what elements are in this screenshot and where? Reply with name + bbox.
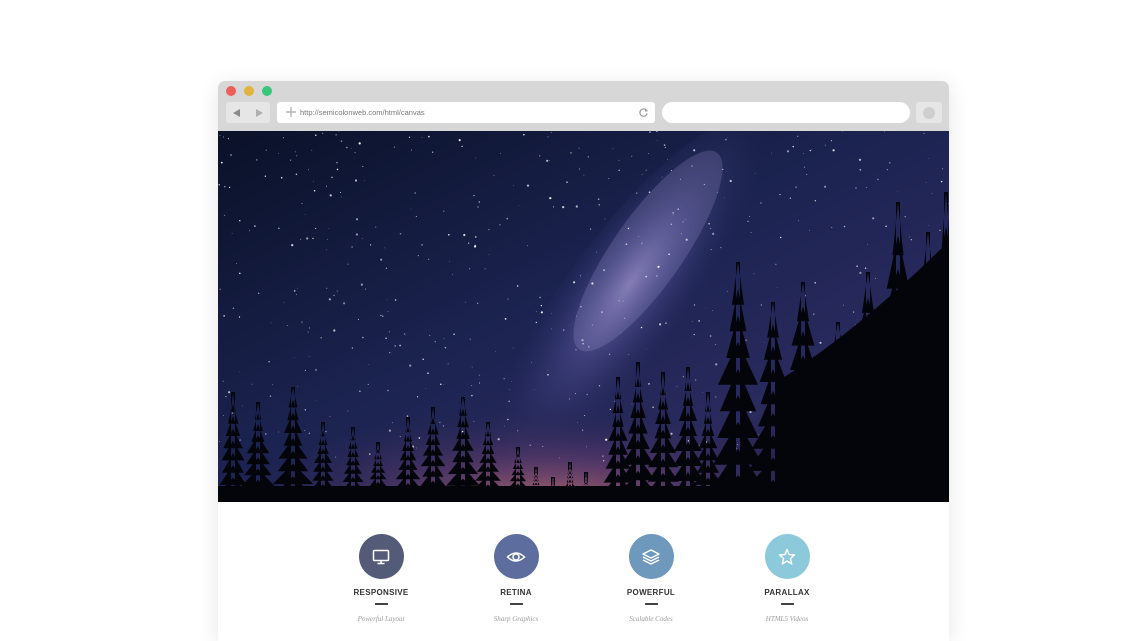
search-input[interactable] <box>662 102 910 123</box>
feature-divider <box>644 603 658 605</box>
star-icon <box>778 548 796 565</box>
feature-icon-circle <box>358 534 404 579</box>
eye-icon <box>506 551 526 562</box>
close-window-button[interactable] <box>226 86 236 96</box>
menu-circle-icon <box>923 107 935 119</box>
menu-button[interactable] <box>916 102 942 123</box>
feature-subtitle: HTML5 Videos <box>765 614 809 623</box>
feature-icon-circle <box>628 534 674 579</box>
feature-parallax: PARALLAX HTML5 Videos <box>727 534 847 623</box>
back-button[interactable] <box>226 102 248 123</box>
feature-divider <box>780 603 794 605</box>
feature-powerful: POWERFUL Scalable Codes <box>591 534 711 623</box>
starry-sky-image <box>218 131 949 502</box>
feature-retina: RETINA Sharp Graphics <box>456 534 576 623</box>
plus-icon[interactable] <box>285 106 297 118</box>
maximize-window-button[interactable] <box>262 86 272 96</box>
feature-title: PARALLAX <box>764 588 810 597</box>
feature-subtitle: Scalable Codes <box>629 614 673 623</box>
reload-icon[interactable] <box>638 107 649 118</box>
navigation-buttons <box>226 102 270 123</box>
feature-icon-circle <box>493 534 539 579</box>
forward-arrow-icon <box>256 108 263 117</box>
feature-title: RETINA <box>500 588 532 597</box>
feature-divider <box>374 603 388 605</box>
browser-chrome: http://semicolonweb.com/html/canvas <box>218 81 949 131</box>
minimize-window-button[interactable] <box>244 86 254 96</box>
browser-window: http://semicolonweb.com/html/canvas RESP… <box>218 81 949 641</box>
layers-icon <box>642 548 660 565</box>
url-text: http://semicolonweb.com/html/canvas <box>300 108 425 117</box>
feature-title: POWERFUL <box>626 588 676 597</box>
monitor-icon <box>372 549 390 564</box>
feature-icon-circle <box>764 534 810 579</box>
feature-divider <box>509 603 523 605</box>
feature-responsive: RESPONSIVE Powerful Layout <box>321 534 441 623</box>
features-section: RESPONSIVE Powerful Layout RETINA Sharp … <box>218 502 949 641</box>
forward-button[interactable] <box>248 102 270 123</box>
hero-image <box>218 131 949 502</box>
feature-subtitle: Sharp Graphics <box>493 614 539 623</box>
address-bar[interactable]: http://semicolonweb.com/html/canvas <box>277 102 655 123</box>
feature-subtitle: Powerful Layout <box>357 614 405 623</box>
feature-title: RESPONSIVE <box>353 588 409 597</box>
back-arrow-icon <box>233 108 240 117</box>
